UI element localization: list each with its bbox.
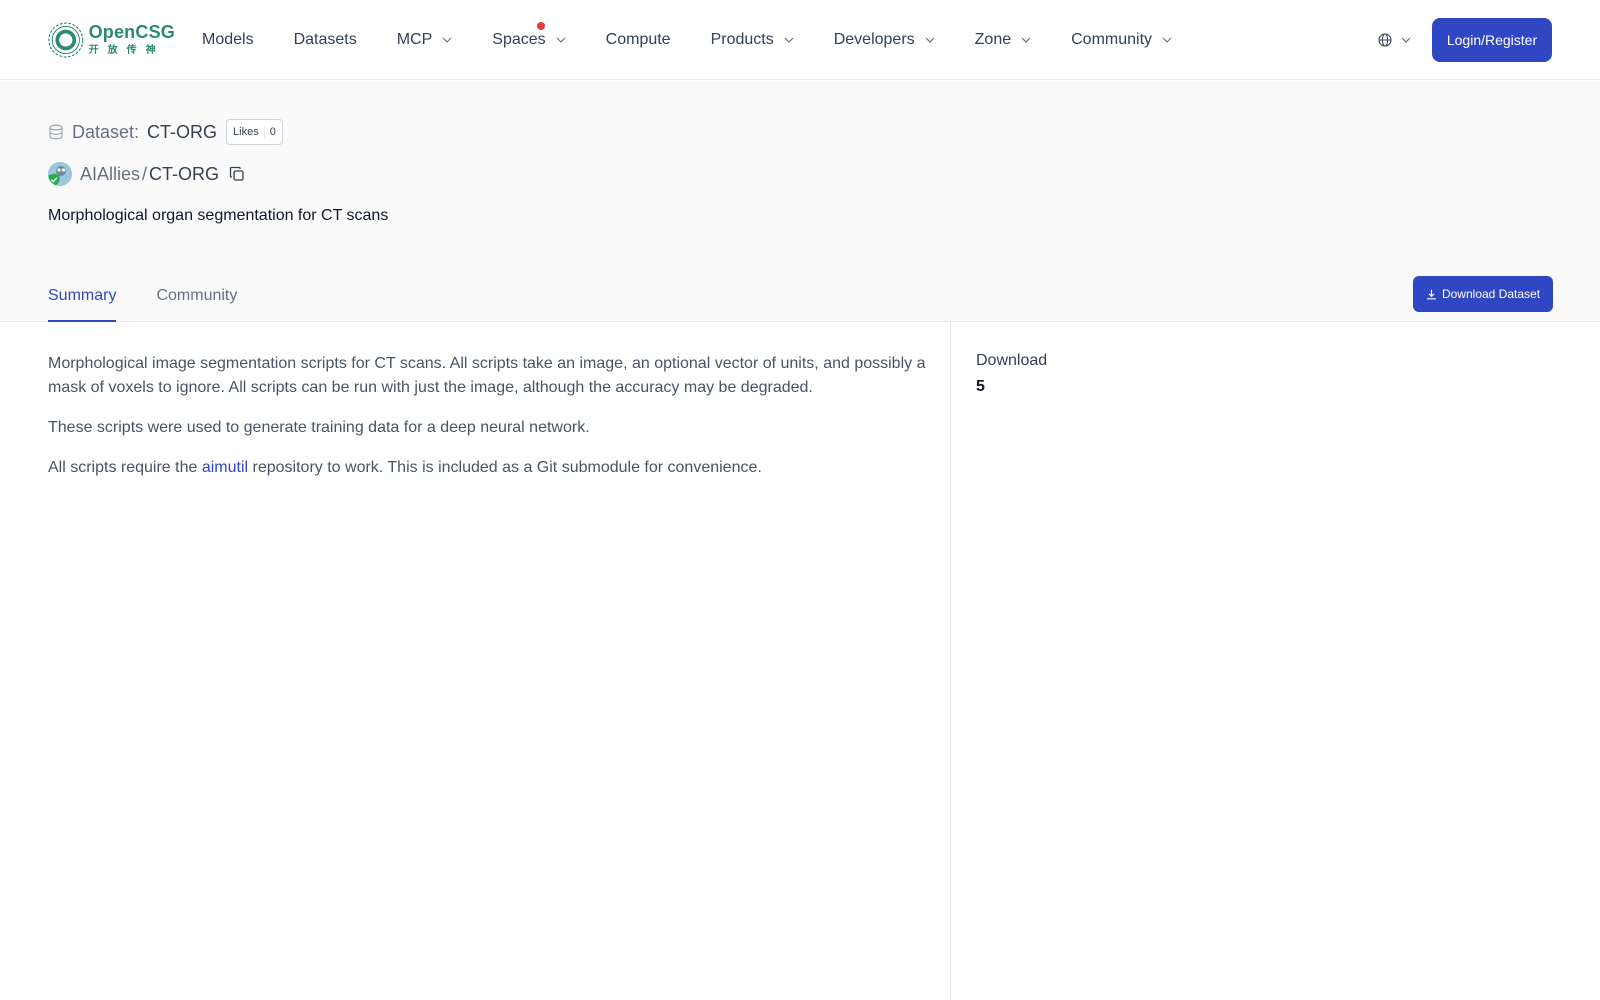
chevron-down-icon: [1021, 37, 1031, 43]
download-icon: [1426, 289, 1436, 299]
tab-summary[interactable]: Summary: [48, 281, 117, 322]
repo-owner-link[interactable]: AIAllies: [80, 164, 140, 185]
brand-subtitle: 开放传神: [88, 45, 165, 56]
main-nav: Models Datasets MCP Spaces Compute Produ…: [197, 0, 1207, 80]
chevron-down-icon: [556, 37, 566, 43]
nav-zone[interactable]: Zone: [970, 0, 1036, 80]
chevron-down-icon: [784, 37, 794, 43]
language-selector[interactable]: [1378, 28, 1411, 52]
path-separator: /: [142, 163, 148, 184]
nav-products[interactable]: Products: [706, 0, 799, 80]
nav-community[interactable]: Community: [1066, 0, 1177, 80]
likes-count: 0: [263, 126, 276, 138]
nav-mcp[interactable]: MCP: [392, 0, 458, 80]
download-dataset-button[interactable]: Download Dataset: [1413, 276, 1553, 312]
likes-label: Likes: [233, 126, 259, 138]
aimutil-link[interactable]: aimutil: [202, 459, 248, 476]
column-divider: [950, 322, 951, 1000]
chevron-down-icon: [442, 37, 452, 43]
download-stat-value: 5: [976, 378, 985, 395]
dataset-tabs: Summary Community: [48, 281, 277, 322]
database-icon: [49, 124, 63, 140]
repo-path: AIAllies / CT-ORG: [48, 161, 245, 187]
login-register-button[interactable]: Login/Register: [1432, 18, 1552, 62]
repo-name: CT-ORG: [149, 163, 220, 184]
nav-compute[interactable]: Compute: [601, 0, 676, 80]
dataset-title-row: Dataset: CT-ORG Likes 0: [48, 117, 283, 147]
tab-community[interactable]: Community: [156, 281, 237, 322]
download-stat-label: Download: [976, 352, 1048, 369]
chevron-down-icon: [1401, 37, 1411, 43]
summary-paragraph: All scripts require the aimutil reposito…: [48, 459, 762, 476]
verified-shield-icon: [48, 173, 60, 186]
likes-button[interactable]: Likes 0: [226, 119, 283, 145]
nav-models[interactable]: Models: [197, 0, 259, 80]
nav-spaces[interactable]: Spaces: [487, 0, 570, 80]
owner-avatar[interactable]: [48, 162, 72, 186]
dataset-name: CT-ORG: [147, 121, 218, 142]
chevron-down-icon: [925, 37, 935, 43]
summary-content: Morphological image segmentation scripts…: [48, 352, 928, 496]
chevron-down-icon: [1162, 37, 1172, 43]
opencsg-logo-icon: [48, 22, 84, 58]
dataset-type-label: Dataset:: [72, 121, 140, 142]
brand-name: OpenCSG: [88, 22, 175, 42]
dataset-description: Morphological organ segmentation for CT …: [48, 207, 389, 224]
summary-paragraph: Morphological image segmentation scripts…: [48, 355, 926, 396]
notification-dot: [536, 22, 545, 30]
summary-paragraph: These scripts were used to generate trai…: [48, 419, 590, 436]
dataset-header: Dataset: CT-ORG Likes 0 AIAllies / CT-OR…: [0, 81, 1600, 322]
nav-datasets[interactable]: Datasets: [289, 0, 362, 80]
download-dataset-label: Download Dataset: [1441, 287, 1541, 301]
nav-developers[interactable]: Developers: [829, 0, 940, 80]
globe-icon: [1378, 33, 1392, 47]
opencsg-logo[interactable]: OpenCSG 开放传神: [47, 18, 175, 62]
stats-sidebar: Download 5: [976, 352, 1047, 396]
top-navbar: OpenCSG 开放传神 Models Datasets MCP Spaces …: [0, 0, 1600, 80]
copy-icon[interactable]: [229, 166, 245, 182]
